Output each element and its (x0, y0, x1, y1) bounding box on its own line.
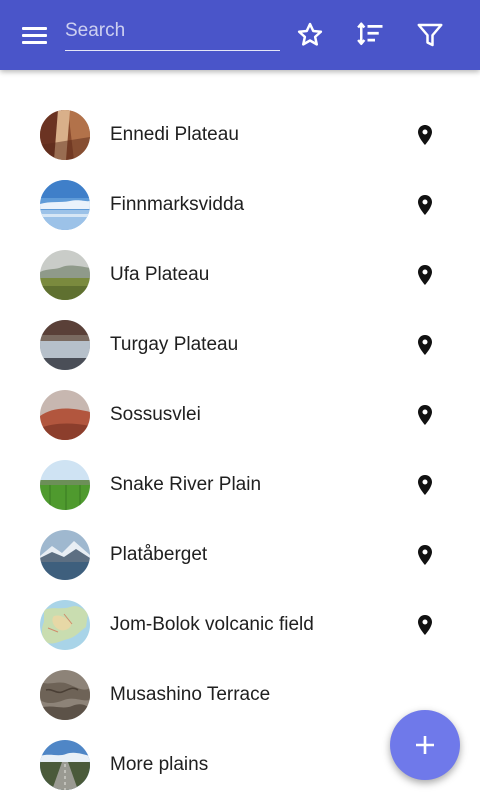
item-label: Musashino Terrace (110, 684, 271, 705)
list-item[interactable]: Sossusvlei (0, 380, 480, 450)
list-item[interactable]: Ufa Plateau (0, 240, 480, 310)
menu-icon[interactable] (22, 24, 48, 46)
plus-icon (416, 736, 434, 754)
map-image (40, 600, 90, 650)
relief-map-image (40, 670, 90, 720)
list-item[interactable]: Turgay Plateau (0, 310, 480, 380)
star-outline-icon[interactable] (295, 20, 325, 50)
mountain-fjord-image (40, 530, 90, 580)
location-pin-icon[interactable] (413, 542, 437, 568)
location-pin-icon[interactable] (413, 122, 437, 148)
green-field-image (40, 460, 90, 510)
filter-icon[interactable] (415, 20, 445, 50)
plains-list: Ennedi Plateau Finnmarksvidda Ufa Platea… (0, 100, 480, 800)
road-landscape-image (40, 740, 90, 790)
list-item[interactable]: Finnmarksvidda (0, 170, 480, 240)
sort-icon[interactable] (355, 20, 385, 50)
location-pin-icon[interactable] (413, 262, 437, 288)
add-button[interactable] (390, 710, 460, 780)
search-input[interactable] (65, 14, 280, 48)
item-label: Jom-Bolok volcanic field (110, 614, 314, 635)
item-label: Turgay Plateau (110, 334, 239, 355)
list-item[interactable]: Platåberget (0, 520, 480, 590)
snowy-sky-image (40, 180, 90, 230)
canyon-rock-image (40, 110, 90, 160)
app-screen: Ennedi Plateau Finnmarksvidda (0, 0, 480, 800)
item-label: Platåberget (110, 544, 208, 565)
item-label: Ennedi Plateau (110, 124, 239, 145)
location-pin-icon[interactable] (413, 192, 437, 218)
red-dunes-image (40, 390, 90, 440)
item-label: More plains (110, 754, 209, 775)
location-pin-icon[interactable] (413, 612, 437, 638)
item-label: Sossusvlei (110, 404, 201, 425)
list-item[interactable]: Ennedi Plateau (0, 100, 480, 170)
search-field (65, 14, 280, 51)
item-label: Snake River Plain (110, 474, 262, 495)
location-pin-icon[interactable] (413, 402, 437, 428)
item-label: Ufa Plateau (110, 264, 210, 285)
top-app-bar (0, 0, 480, 70)
list-item[interactable]: Snake River Plain (0, 450, 480, 520)
location-pin-icon[interactable] (413, 472, 437, 498)
misty-meadow-image (40, 250, 90, 300)
location-pin-icon[interactable] (413, 332, 437, 358)
item-label: Finnmarksvidda (110, 194, 245, 215)
list-item[interactable]: Jom-Bolok volcanic field (0, 590, 480, 660)
water-reflection-image (40, 320, 90, 370)
